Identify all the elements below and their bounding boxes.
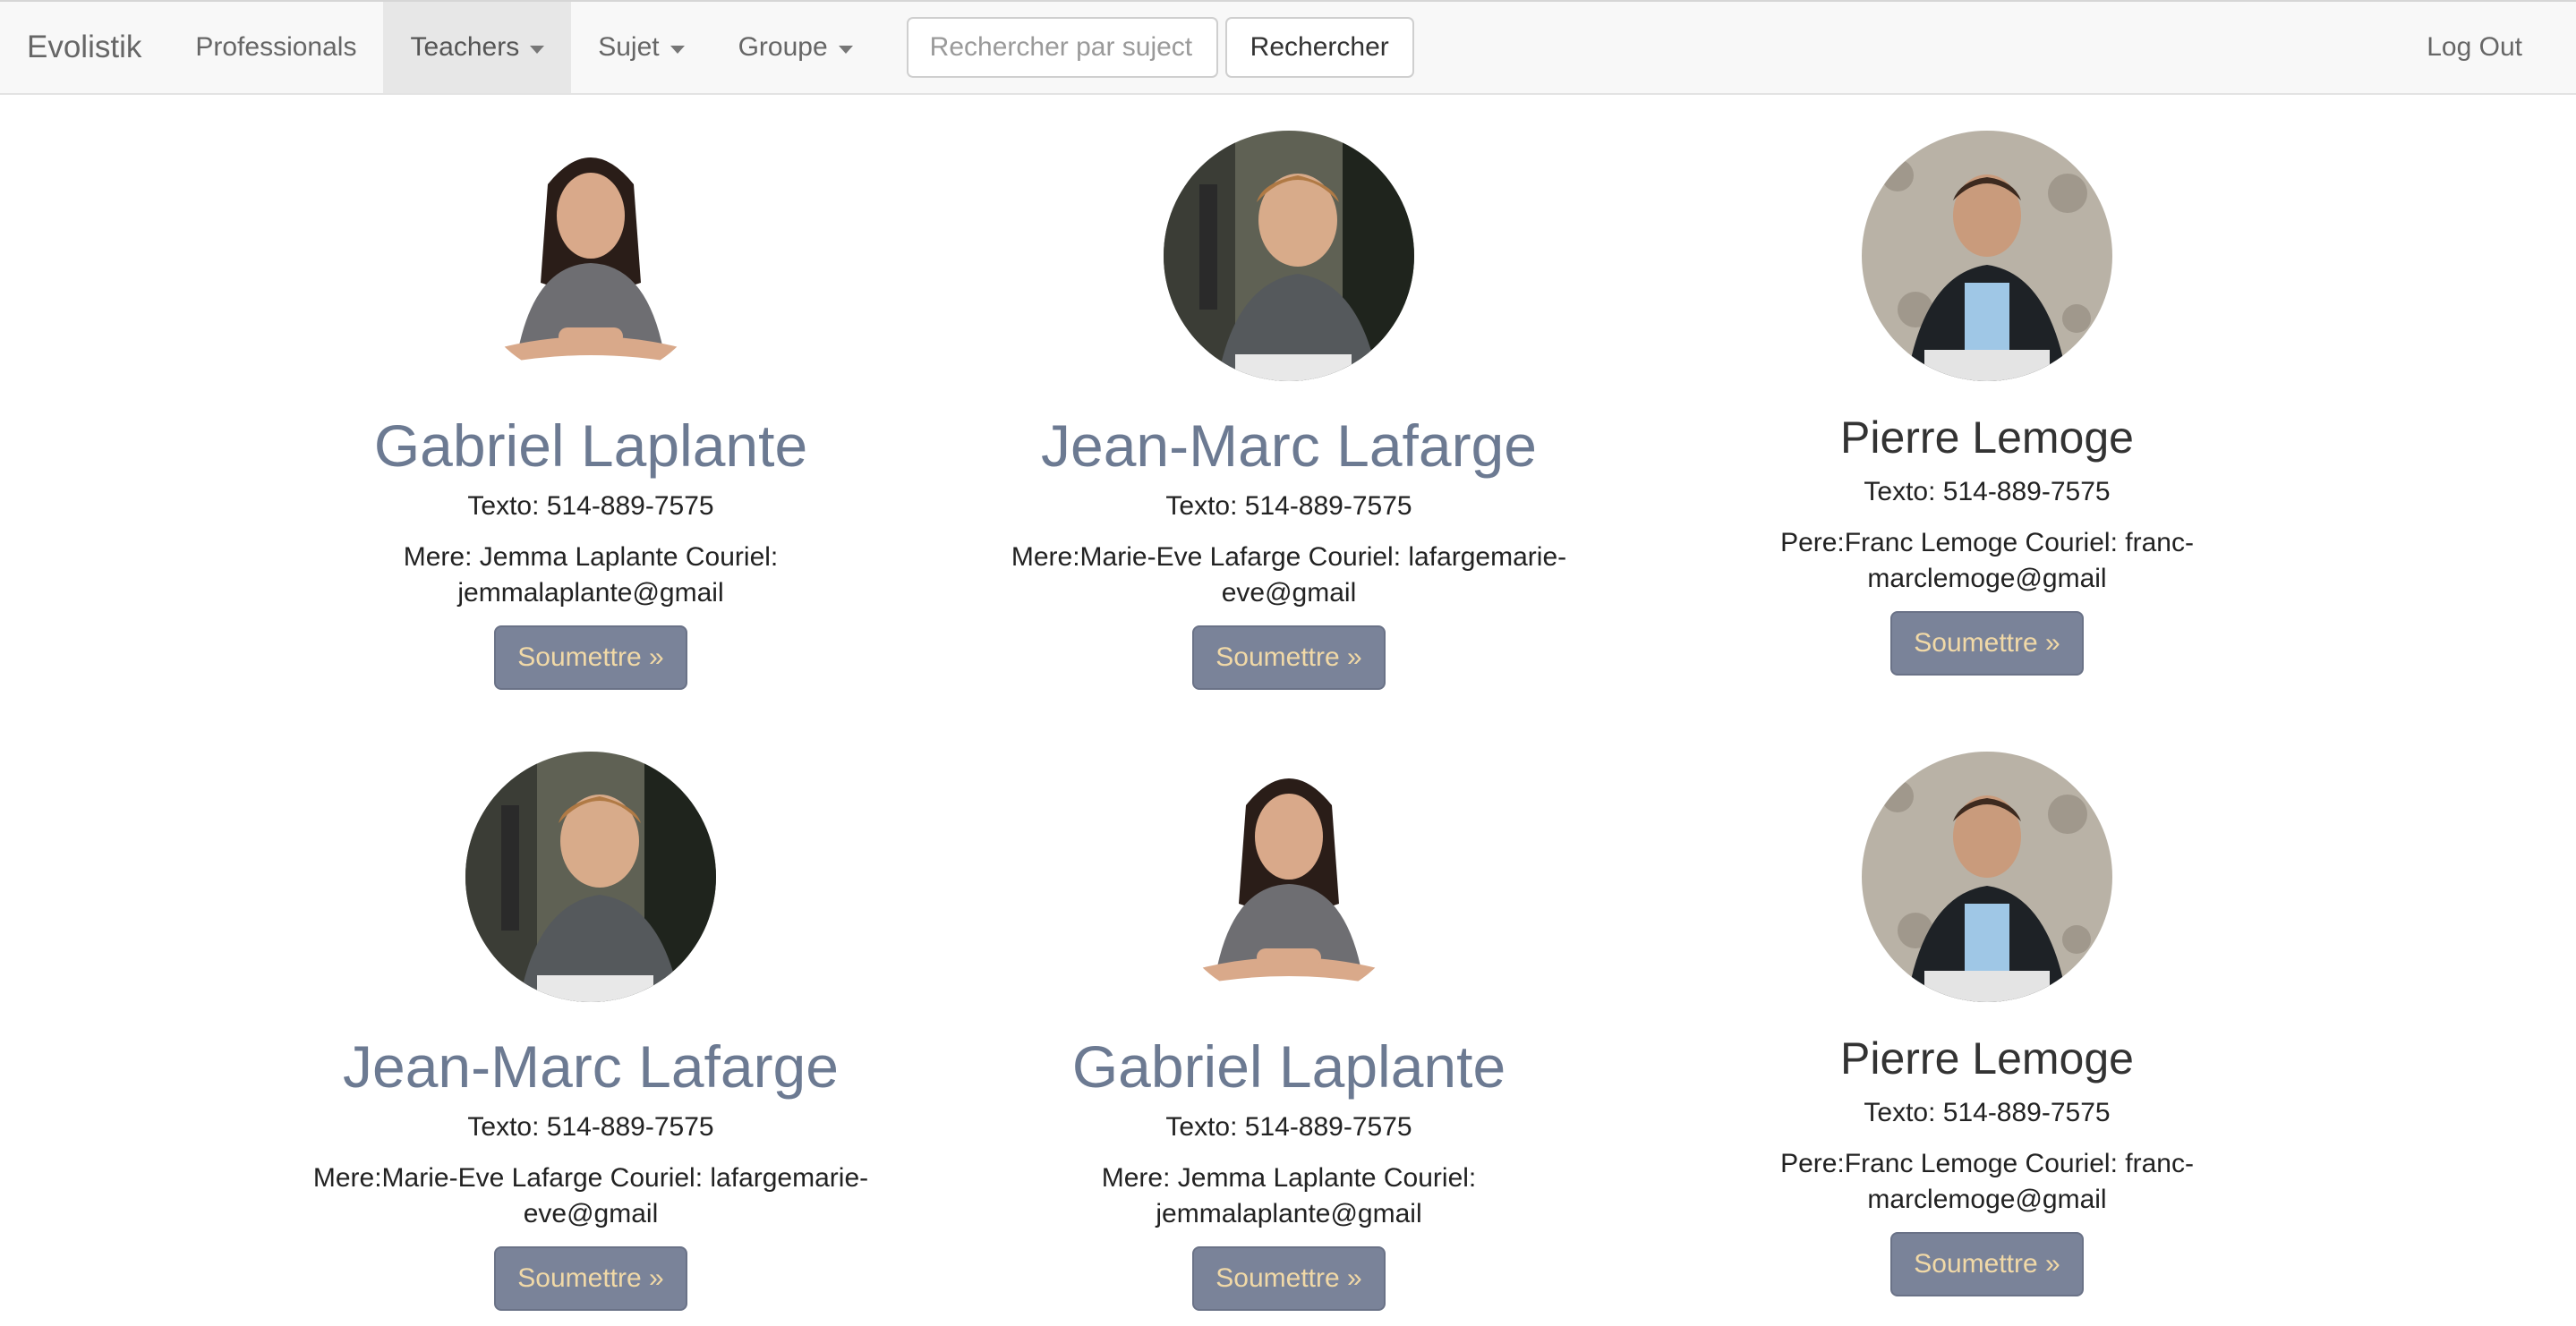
teacher-photo bbox=[1862, 131, 2112, 381]
submit-button[interactable]: Soumettre » bbox=[1192, 625, 1386, 690]
submit-button[interactable]: Soumettre » bbox=[1890, 1232, 2084, 1296]
submit-button[interactable]: Soumettre » bbox=[1192, 1245, 1386, 1311]
teacher-phone: Texto: 514-889-7575 bbox=[1165, 490, 1412, 521]
parent-contact: Mere:Marie-Eve Lafarge Couriel: lafargem… bbox=[312, 1162, 869, 1228]
teacher-photo bbox=[1164, 131, 1414, 381]
submit-wrapper: Soumettre » bbox=[1638, 1232, 2336, 1296]
teacher-name: Pierre Lemoge bbox=[1840, 412, 2134, 463]
teacher-phone: Texto: 514-889-7575 bbox=[1864, 477, 2111, 506]
teacher-card: Gabriel Laplante Texto: 514-889-7575 Mere:… bbox=[242, 131, 940, 690]
caret-down-icon bbox=[670, 45, 685, 54]
teacher-card: Gabriel Laplante Texto: 514-889-7575 Mere:… bbox=[940, 752, 1638, 1311]
nav-item-label: Professionals bbox=[195, 32, 357, 62]
nav-item-professionals[interactable]: Professionals bbox=[168, 2, 383, 93]
caret-down-icon bbox=[530, 45, 545, 54]
teacher-phone: Texto: 514-889-7575 bbox=[467, 490, 714, 521]
parent-contact: Pere:Franc Lemoge Couriel: franc-marclem… bbox=[1780, 528, 2194, 593]
search-button[interactable]: Rechercher bbox=[1224, 17, 1414, 78]
nav-item-label: Sujet bbox=[598, 32, 660, 62]
submit-wrapper: Soumettre » bbox=[1638, 611, 2336, 676]
teacher-photo bbox=[1862, 752, 2112, 1002]
logout-link[interactable]: Log Out bbox=[2427, 2, 2522, 93]
submit-wrapper: Soumettre » bbox=[242, 1245, 940, 1311]
caret-down-icon bbox=[838, 45, 853, 54]
navbar: Evolistik Professionals Teachers Sujet G… bbox=[0, 2, 2576, 95]
search-input[interactable] bbox=[906, 17, 1218, 78]
parent-contact: Mere:Marie-Eve Lafarge Couriel: lafargem… bbox=[1011, 541, 1567, 608]
teacher-name: Jean-Marc Lafarge bbox=[343, 1033, 839, 1100]
parent-contact: Mere: Jemma Laplante Couriel: jemmalapla… bbox=[403, 541, 779, 608]
parent-contact: Mere: Jemma Laplante Couriel: jemmalapla… bbox=[1101, 1162, 1477, 1228]
submit-button[interactable]: Soumettre » bbox=[494, 1245, 687, 1311]
teacher-card: Pierre Lemoge Texto: 514-889-7575 Pere:Fra… bbox=[1638, 752, 2336, 1296]
submit-button[interactable]: Soumettre » bbox=[1890, 611, 2084, 676]
submit-wrapper: Soumettre » bbox=[940, 625, 1638, 690]
submit-button[interactable]: Soumettre » bbox=[494, 625, 687, 690]
teacher-photo bbox=[465, 131, 716, 381]
teacher-name: Pierre Lemoge bbox=[1840, 1033, 2134, 1084]
teacher-card: Pierre Lemoge Texto: 514-889-7575 Pere:Fra… bbox=[1638, 131, 2336, 676]
submit-wrapper: Soumettre » bbox=[940, 1245, 1638, 1311]
nav-item-teachers[interactable]: Teachers bbox=[383, 2, 572, 93]
nav-item-label: Teachers bbox=[410, 32, 520, 62]
search-form: Rechercher bbox=[906, 17, 1414, 78]
teacher-card: Jean-Marc Lafarge Texto: 514-889-7575 Mere… bbox=[242, 752, 940, 1311]
teacher-name: Jean-Marc Lafarge bbox=[1041, 412, 1537, 479]
teacher-photo bbox=[465, 752, 716, 1002]
teacher-phone: Texto: 514-889-7575 bbox=[1864, 1098, 2111, 1127]
teacher-name: Gabriel Laplante bbox=[373, 412, 808, 479]
teacher-phone: Texto: 514-889-7575 bbox=[1165, 1111, 1412, 1142]
parent-contact: Pere:Franc Lemoge Couriel: franc-marclem… bbox=[1780, 1149, 2194, 1214]
teacher-photo bbox=[1164, 752, 1414, 1002]
nav-item-groupe[interactable]: Groupe bbox=[712, 2, 880, 93]
teacher-phone: Texto: 514-889-7575 bbox=[467, 1111, 714, 1142]
teacher-name: Gabriel Laplante bbox=[1071, 1033, 1506, 1100]
nav-item-label: Groupe bbox=[738, 32, 828, 62]
nav-item-sujet[interactable]: Sujet bbox=[571, 2, 711, 93]
teacher-card: Jean-Marc Lafarge Texto: 514-889-7575 Mere… bbox=[940, 131, 1638, 690]
brand-logo[interactable]: Evolistik bbox=[0, 1, 168, 94]
submit-wrapper: Soumettre » bbox=[242, 625, 940, 690]
